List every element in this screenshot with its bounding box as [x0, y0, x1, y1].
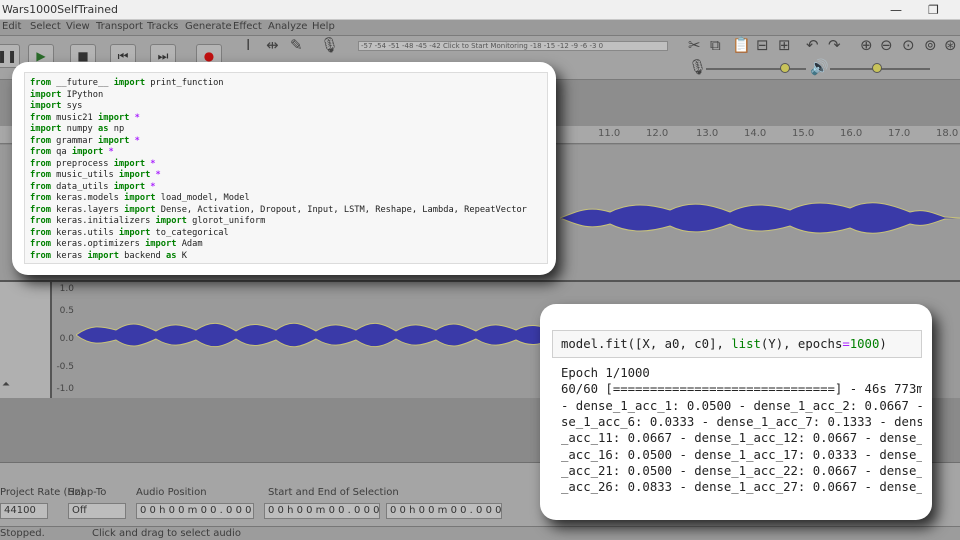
ruler-tick: 16.0: [840, 128, 863, 139]
code-line: from data_utils import *: [30, 181, 156, 192]
minimize-button[interactable]: —: [890, 3, 902, 17]
snap-to-label: Snap-To: [68, 487, 107, 498]
output-line: _acc_26: 0.0833 - dense_1_acc_27: 0.0667…: [561, 480, 922, 495]
track-1-waveform[interactable]: [560, 190, 960, 246]
code-line: import IPython: [30, 89, 104, 100]
fit-selection-icon[interactable]: ⊙: [902, 38, 915, 53]
ruler-tick: 17.0: [888, 128, 911, 139]
selection-start-field[interactable]: 0 0 h 0 0 m 0 0 . 0 0 0 s: [264, 503, 380, 519]
code-line: from preprocess import *: [30, 158, 156, 169]
menu-transport[interactable]: Transport: [96, 21, 143, 32]
microphone-icon[interactable]: 🎙: [320, 38, 339, 53]
ruler-tick: 18.0: [936, 128, 959, 139]
ruler-tick: 11.0: [598, 128, 621, 139]
code-line: import numpy as np: [30, 124, 125, 134]
project-rate-select[interactable]: 44100: [0, 503, 48, 519]
zoom-out-icon[interactable]: ⊖: [880, 38, 893, 53]
collapse-track-icon[interactable]: ⏶: [2, 380, 10, 390]
recording-volume-knob[interactable]: [780, 63, 790, 73]
silence-icon[interactable]: ⊞: [778, 38, 791, 53]
recording-meter[interactable]: -57 -54 -51 -48 -45 -42 Click to Start M…: [358, 41, 668, 51]
pause-icon: ❚❚: [0, 49, 18, 63]
menu-edit[interactable]: Edit: [2, 21, 21, 32]
audio-position-label: Audio Position: [136, 487, 207, 498]
microphone-gain-icon: 🎙: [688, 58, 708, 76]
ruler-tick: 13.0: [696, 128, 719, 139]
fit-code-cell[interactable]: model.fit([X, a0, c0], list(Y), epochs=1…: [552, 330, 922, 358]
ruler-tick: 15.0: [792, 128, 815, 139]
stop-icon: ■: [77, 49, 89, 63]
code-line: from keras.optimizers import Adam: [30, 239, 203, 249]
axis-label: 1.0: [59, 284, 74, 294]
imports-code-cell[interactable]: from __future__ import print_function imp…: [24, 72, 548, 264]
status-hint: Click and drag to select audio: [92, 528, 241, 539]
playback-volume-knob[interactable]: [872, 63, 882, 73]
code-line: from keras.models import load_model, Mod…: [30, 193, 250, 203]
output-line: 60/60 [==============================] -…: [561, 382, 922, 397]
redo-icon[interactable]: ↷: [828, 38, 841, 53]
fit-code-line: model.fit([X, a0, c0], list(Y), epochs=1…: [561, 337, 887, 351]
envelope-tool-icon[interactable]: ⇹: [266, 38, 279, 53]
code-line: from keras.initializers import glorot_un…: [30, 216, 266, 226]
code-line: from music_utils import *: [30, 170, 161, 180]
output-line: - dense_1_acc_1: 0.0500 - dense_1_acc_2:…: [561, 398, 922, 413]
menu-tracks[interactable]: Tracks: [147, 21, 178, 32]
selection-end-field[interactable]: 0 0 h 0 0 m 0 0 . 0 0 0 s: [386, 503, 502, 519]
snap-to-select[interactable]: Off: [68, 503, 126, 519]
pause-button[interactable]: ❚❚: [0, 44, 20, 68]
play-icon: ▶: [36, 49, 46, 63]
training-output: Epoch 1/1000 60/60 [=====================…: [552, 360, 922, 500]
cut-icon[interactable]: ✂: [688, 38, 701, 53]
window-title: Wars1000SelfTrained: [2, 3, 118, 16]
code-line: from __future__ import print_function: [30, 78, 224, 88]
output-line: se_1_acc_6: 0.0333 - dense_1_acc_7: 0.13…: [561, 414, 922, 429]
code-line: from music21 import *: [30, 112, 140, 123]
code-line: import sys: [30, 101, 83, 111]
menu-bar: Edit Select View Transport Tracks Genera…: [0, 20, 960, 36]
trim-icon[interactable]: ⊟: [756, 38, 769, 53]
code-line: from grammar import *: [30, 135, 140, 146]
status-state: Stopped.: [0, 528, 45, 539]
zoom-toggle-icon[interactable]: ⊛: [944, 38, 957, 53]
track-2-waveform[interactable]: [76, 310, 560, 360]
selection-tool-icon[interactable]: I: [246, 38, 250, 53]
output-line: _acc_11: 0.0667 - dense_1_acc_12: 0.0667…: [561, 431, 922, 446]
track-2-vertical-scale: 1.0 0.5 0.0 -0.5 -1.0: [52, 282, 76, 398]
paste-icon[interactable]: 📋: [732, 38, 751, 53]
code-line: from keras.layers import Dense, Activati…: [30, 204, 527, 215]
ruler-tick: 14.0: [744, 128, 767, 139]
audio-position-field[interactable]: 0 0 h 0 0 m 0 0 . 0 0 0 s: [136, 503, 254, 519]
restore-button[interactable]: ❐: [928, 3, 939, 17]
menu-select[interactable]: Select: [30, 21, 61, 32]
menu-generate[interactable]: Generate: [185, 21, 232, 32]
output-line: _acc_16: 0.0500 - dense_1_acc_17: 0.0333…: [561, 447, 922, 462]
code-line: from qa import *: [30, 147, 114, 157]
menu-help[interactable]: Help: [312, 21, 335, 32]
output-line: _acc_21: 0.0500 - dense_1_acc_22: 0.0667…: [561, 463, 922, 478]
title-bar: Wars1000SelfTrained — ❐: [0, 0, 960, 20]
menu-analyze[interactable]: Analyze: [268, 21, 307, 32]
menu-view[interactable]: View: [66, 21, 90, 32]
selection-label: Start and End of Selection: [268, 487, 399, 498]
output-line: Epoch 1/1000: [561, 366, 650, 380]
fit-project-icon[interactable]: ⊚: [924, 38, 937, 53]
undo-icon[interactable]: ↶: [806, 38, 819, 53]
code-line: from keras import backend as K: [30, 250, 187, 261]
axis-label: -1.0: [56, 384, 74, 394]
axis-label: 0.5: [59, 306, 74, 316]
menu-effect[interactable]: Effect: [233, 21, 262, 32]
zoom-in-icon[interactable]: ⊕: [860, 38, 873, 53]
draw-tool-icon[interactable]: ✎: [290, 38, 303, 53]
copy-icon[interactable]: ⧉: [710, 38, 721, 53]
code-line: from keras.utils import to_categorical: [30, 227, 229, 238]
record-icon: ●: [203, 49, 215, 63]
axis-label: -0.5: [56, 362, 74, 372]
status-bar: Stopped. Click and drag to select audio: [0, 526, 960, 540]
axis-label: 0.0: [59, 334, 74, 344]
recording-volume-slider[interactable]: [706, 68, 806, 70]
ruler-tick: 12.0: [646, 128, 669, 139]
speaker-icon: 🔊: [810, 58, 829, 76]
